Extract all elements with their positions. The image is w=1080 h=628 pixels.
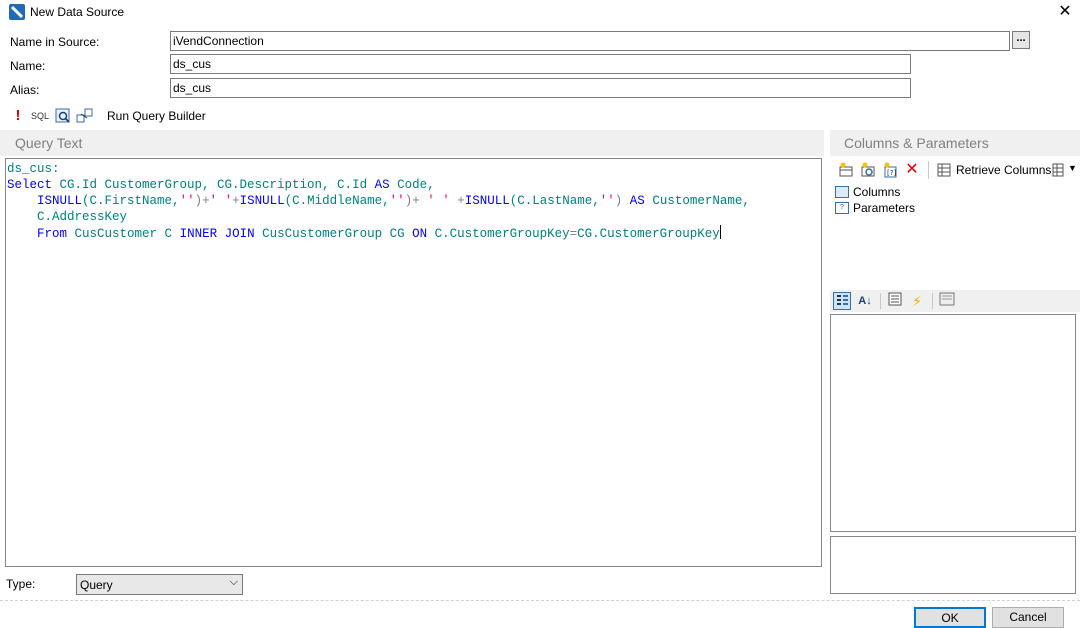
code-token: C.CustomerGroupKey [427,227,570,241]
code-token: AS [629,194,645,208]
name-in-source-label: Name in Source: [10,35,100,49]
code-token: Select [7,178,60,192]
chevron-down-icon: ⌵ [229,576,238,588]
property-pages-icon[interactable] [938,292,956,310]
type-select[interactable]: Query ⌵ [76,574,243,595]
query-preview-icon[interactable] [55,108,71,124]
code-token: ISNULL [464,194,510,208]
alias-field[interactable]: ds_cus [170,78,911,98]
code-token: Code, [389,178,435,192]
code-line: ds_cus: [7,161,821,177]
code-token: '' [179,194,195,208]
code-token: CusCustomer C [67,227,180,241]
code-token: ds_cus: [7,162,60,176]
column-settings-icon[interactable] [860,162,876,178]
type-label: Type: [6,577,36,591]
tree-item-columns[interactable]: Columns [853,185,900,199]
sql-icon[interactable]: SQL [30,108,50,124]
code-token: (C.FirstName, [82,194,180,208]
code-token: INNER JOIN [179,227,255,241]
code-token: AS [374,178,390,192]
text-cursor [719,225,721,239]
code-line: ISNULL(C.FirstName,'')+' '+ISNULL(C.Midd… [7,193,821,209]
table-options-icon[interactable] [1051,162,1067,178]
run-query-builder-button[interactable]: Run Query Builder [107,109,206,123]
code-line: Select CG.Id CustomerGroup, CG.Descripti… [7,177,821,193]
columns-parameters-header: Columns & Parameters [830,130,1080,156]
delete-icon[interactable]: ✕ [904,162,920,178]
code-token: ISNULL [37,194,83,208]
chevron-down-icon[interactable]: ▼ [1068,163,1077,173]
retrieve-columns-button[interactable]: Retrieve Columns [956,163,1051,177]
name-in-source-field[interactable]: iVendConnection [170,31,1010,51]
code-token: C.AddressKey [7,210,128,224]
code-token: (C.LastName, [509,194,600,208]
query-text-header: Query Text [0,130,824,156]
execute-icon[interactable]: ! [10,108,26,124]
name-label: Name: [10,59,46,73]
name-field[interactable]: ds_cus [170,54,911,74]
toolbar-separator [928,161,929,179]
events-icon[interactable]: ⚡ [908,292,926,310]
categorized-icon[interactable] [833,292,851,310]
app-icon [9,4,25,20]
code-token: '' [389,194,405,208]
browse-button[interactable]: ... [1012,31,1030,49]
code-line: C.AddressKey [7,209,821,225]
code-token: CusCustomerGroup CG [254,227,413,241]
code-token: CG.Id CustomerGroup, CG.Description, C.I… [59,178,375,192]
code-token: '' [599,194,615,208]
property-description [830,536,1076,594]
code-token: CustomerName, [644,194,750,208]
properties-grid[interactable] [830,314,1076,532]
query-builder-icon[interactable] [76,108,93,124]
sort-alphabetical-icon[interactable]: A↓ [856,292,874,310]
title-bar [0,0,1080,24]
code-token: ON [412,227,428,241]
toolbar-separator [932,293,933,309]
alias-label: Alias: [10,83,40,97]
code-line: From CusCustomer C INNER JOIN CusCustome… [7,225,821,241]
code-token: )+ [404,194,428,208]
footer-divider [0,600,1080,601]
code-token: CG.CustomerGroupKey [577,227,720,241]
ok-button[interactable]: OK [914,607,986,628]
retrieve-columns-icon[interactable] [936,162,952,178]
query-editor[interactable]: ds_cus: Select CG.Id CustomerGroup, CG.De… [5,158,822,567]
add-column-icon[interactable] [838,162,854,178]
columns-icon [835,186,849,198]
tree-item-parameters[interactable]: Parameters [853,201,915,215]
parameters-icon: ? [835,202,849,214]
code-token: ) [614,194,630,208]
close-icon[interactable]: ✕ [1052,2,1078,22]
window-title: New Data Source [30,5,125,19]
type-select-value: Query [80,578,113,592]
code-token: ' ' [427,194,450,208]
properties-icon[interactable] [886,292,904,310]
code-token: ISNULL [239,194,285,208]
code-token: (C.MiddleName, [284,194,390,208]
code-token: + [232,194,240,208]
cancel-button[interactable]: Cancel [992,607,1064,628]
code-token: )+ [194,194,210,208]
code-token: ' ' [209,194,233,208]
add-parameter-icon[interactable]: [?] [882,162,898,178]
code-token: + [449,194,465,208]
code-token: From [37,227,68,241]
toolbar-separator [880,293,881,309]
svg-text:[?]: [?] [887,169,896,177]
